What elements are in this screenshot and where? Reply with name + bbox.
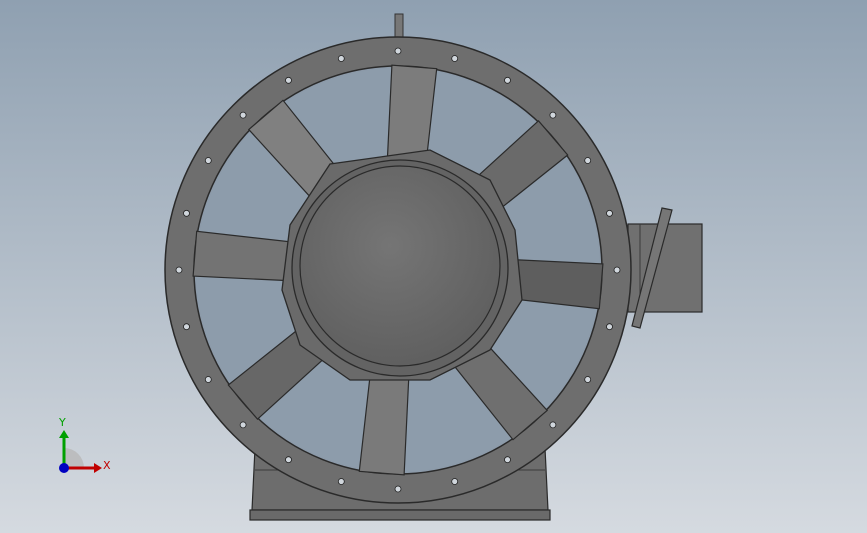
bolt-hole [394,47,402,55]
bolt-hole [204,157,212,164]
bolt-hole [606,209,613,217]
bolt-hole [613,266,621,274]
bolt-hole [239,421,247,429]
bolt-hole [285,456,292,464]
bolt-hole [183,323,190,331]
bolt-hole [337,478,345,485]
bolt-hole [175,266,183,274]
bolt-hole [584,157,592,164]
cad-viewport[interactable]: X Y [0,0,867,533]
triad-x-label: X [103,459,111,472]
bolt-hole [504,456,511,464]
bolt-hole [504,76,511,84]
bolt-hole [183,209,190,217]
triad-y-label: Y [58,416,66,429]
hub-nose-cone [299,165,501,367]
bolt-hole [549,111,557,119]
bolt-hole [451,478,459,485]
bolt-hole [337,55,345,62]
bolt-hole [451,55,459,62]
bolt-hole [606,323,613,331]
junction-box [627,207,703,329]
bolt-hole [239,111,247,119]
bolt-hole [204,376,212,383]
bolt-hole [584,376,592,383]
bolt-hole [394,485,402,493]
bolt-hole [285,76,292,84]
cad-scene[interactable]: X Y [0,0,867,533]
triad-z-axis-icon [59,463,69,473]
bolt-hole [549,421,557,429]
